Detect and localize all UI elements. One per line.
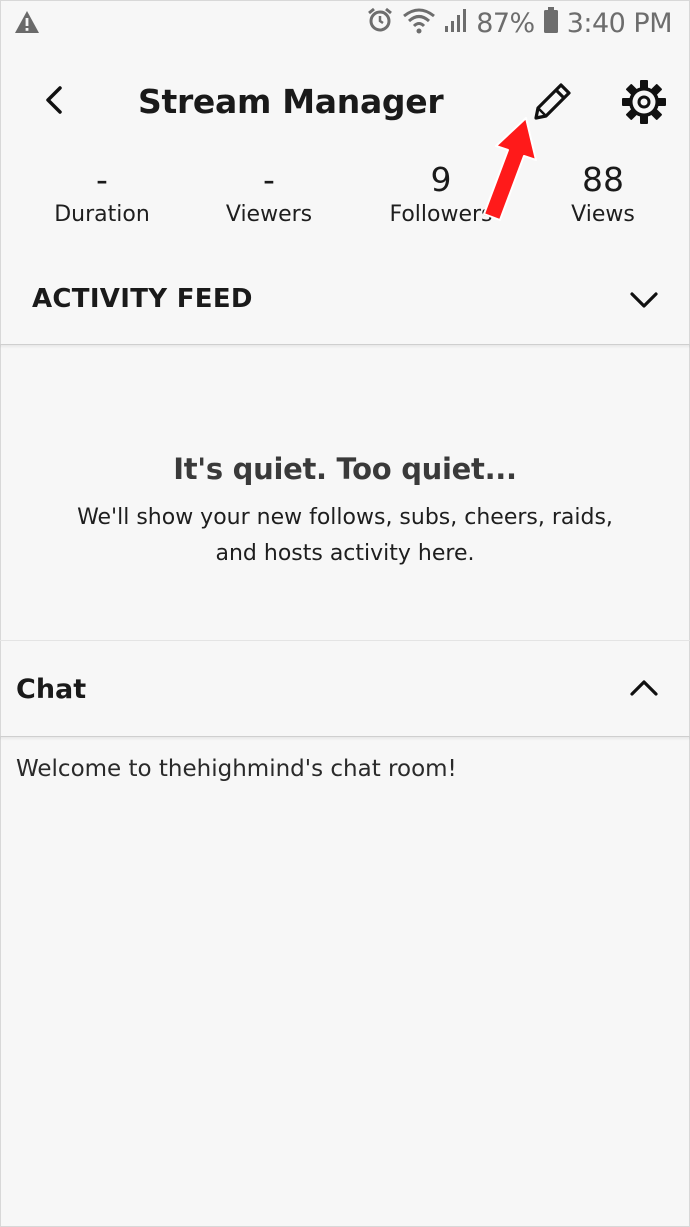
stat-duration: - Duration — [22, 160, 182, 227]
empty-line-1: We'll show your new follows, subs, cheer… — [77, 505, 613, 530]
battery-icon — [543, 6, 559, 41]
empty-description: We'll show your new follows, subs, cheer… — [0, 500, 690, 572]
stat-value: - — [263, 160, 275, 199]
section-divider — [0, 640, 690, 641]
gear-icon[interactable] — [620, 78, 668, 126]
battery-percent: 87% — [476, 8, 535, 39]
signal-icon — [444, 6, 468, 41]
chat-title: Chat — [16, 674, 87, 705]
stat-viewers: - Viewers — [189, 160, 349, 227]
chevron-up-icon[interactable] — [628, 672, 660, 704]
activity-feed-title: ACTIVITY FEED — [32, 284, 253, 314]
stat-label: Duration — [54, 202, 150, 227]
back-icon[interactable] — [36, 80, 76, 120]
stat-label: Viewers — [225, 202, 313, 227]
chevron-down-icon[interactable] — [628, 284, 660, 316]
chat-header[interactable]: Chat — [0, 644, 690, 737]
activity-feed-header[interactable]: ACTIVITY FEED — [0, 256, 690, 345]
page-title: Stream Manager — [138, 82, 444, 121]
alarm-icon — [366, 6, 394, 41]
stat-value: - — [96, 160, 108, 199]
annotation-arrow-icon — [478, 116, 548, 226]
clock: 3:40 PM — [566, 8, 673, 39]
stream-stats: - Duration - Viewers 9 Followers 88 View… — [0, 160, 690, 240]
warning-icon — [14, 10, 40, 38]
chat-welcome-message: Welcome to thehighmind's chat room! — [16, 756, 457, 782]
activity-empty-state: It's quiet. Too quiet... We'll show your… — [0, 452, 690, 572]
wifi-icon — [402, 6, 436, 41]
app-header: Stream Manager — [0, 60, 690, 150]
empty-heading: It's quiet. Too quiet... — [173, 452, 517, 486]
status-bar: 87% 3:40 PM — [0, 0, 690, 48]
empty-line-2: and hosts activity here. — [215, 541, 475, 566]
